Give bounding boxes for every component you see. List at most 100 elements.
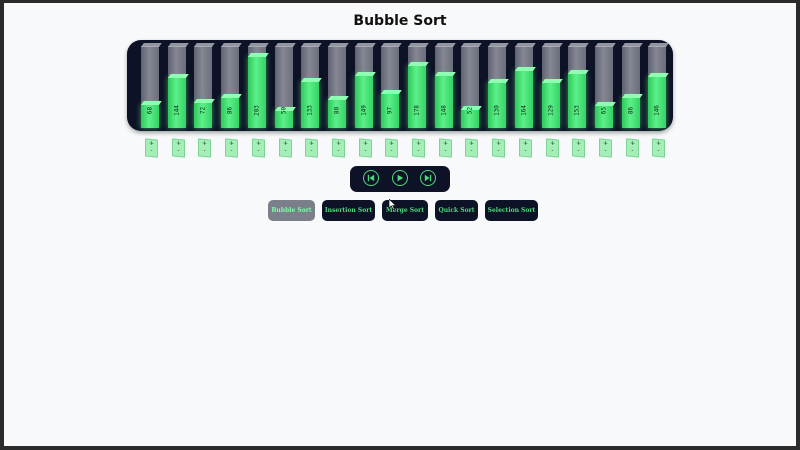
bar-value-label: 65 [600,106,608,115]
step-card-minus: - [551,146,554,155]
bar-value-label: 146 [653,105,661,116]
step-card[interactable]: + - [145,138,158,158]
prev-button[interactable] [363,170,379,186]
step-card[interactable]: + - [599,138,612,158]
step-card[interactable]: + - [279,138,292,158]
bar-top [595,43,616,47]
step-card[interactable]: + - [626,138,639,158]
step-card-minus: - [364,146,367,155]
bar-value-label: 164 [520,105,528,116]
bar-top [248,43,269,47]
bar-top [355,43,376,47]
step-card-minus: - [284,146,287,155]
bar-top [435,43,456,47]
step-card-minus: - [417,146,420,155]
array-bar: 72 [194,43,215,128]
bar-value-label: 86 [627,106,635,115]
array-bar: 97 [381,43,402,128]
bar-top [488,43,509,47]
bar-value-label: 133 [306,105,314,116]
step-card[interactable]: + - [225,138,238,158]
step-card[interactable]: + - [172,138,185,158]
step-card-minus: - [577,146,580,155]
bar-top [275,43,296,47]
step-card[interactable]: + - [305,138,318,158]
step-card-minus: - [497,146,500,155]
step-card-minus: - [337,146,340,155]
bar-value-label: 148 [440,105,448,116]
array-bar: 52 [461,43,482,128]
array-bar: 86 [622,43,643,128]
step-card[interactable]: + - [439,138,452,158]
skip-forward-icon [424,174,432,182]
step-card-minus: - [177,146,180,155]
array-bar: 130 [488,43,509,128]
step-card[interactable]: + - [519,138,532,158]
bar-value-label: 52 [466,106,474,115]
array-bar: 68 [141,43,162,128]
step-card[interactable]: + - [465,138,478,158]
bar-value-label: 68 [146,106,154,115]
step-card[interactable]: + - [492,138,505,158]
algorithm-selector: Bubble Sort Insertion Sort Merge Sort Qu… [4,200,796,222]
bar-top [542,43,563,47]
step-card[interactable]: + - [385,138,398,158]
skip-back-icon [367,174,375,182]
step-card[interactable]: + - [546,138,559,158]
step-card-minus: - [390,146,393,155]
step-card[interactable]: + - [198,138,211,158]
step-card-minus: - [310,146,313,155]
array-bar: 133 [301,43,322,128]
bar-top [194,43,215,47]
step-card-minus: - [470,146,473,155]
bar-value-label: 86 [226,106,234,115]
next-button[interactable] [420,170,436,186]
step-card[interactable]: + - [332,138,345,158]
page-title: Bubble Sort [353,13,447,29]
bar-top [648,43,669,47]
bubble-sort-button[interactable]: Bubble Sort [268,200,315,221]
step-card[interactable]: + - [412,138,425,158]
play-button[interactable] [392,170,408,186]
bar-value-label: 50 [280,106,288,115]
page: Bubble Sort 68 144 72 86 203 50 133 80 149 97 178 1… [4,3,796,446]
bar-value-label: 203 [253,105,261,116]
step-card-minus: - [444,146,447,155]
bar-top [568,43,589,47]
step-card[interactable]: + - [652,138,665,158]
array-bar: 178 [408,43,429,128]
array-bar: 164 [515,43,536,128]
step-card[interactable]: + - [252,138,265,158]
insertion-sort-button[interactable]: Insertion Sort [322,200,375,221]
bar-fill [568,73,586,128]
bar-top [328,43,349,47]
bar-value-label: 153 [573,105,581,116]
step-card[interactable]: + - [359,138,372,158]
selection-sort-button[interactable]: Selection Sort [485,200,538,221]
bar-value-label: 129 [547,105,555,116]
play-icon [397,174,404,182]
step-card-minus: - [257,146,260,155]
array-bar: 149 [355,43,376,128]
bar-value-label: 178 [413,105,421,116]
step-card-minus: - [631,146,634,155]
array-bar: 86 [221,43,242,128]
array-bar: 148 [435,43,456,128]
bar-value-label: 130 [493,105,501,116]
bar-value-label: 149 [360,105,368,116]
step-card[interactable]: + - [572,138,585,158]
bar-top [168,43,189,47]
bar-value-label: 80 [333,106,341,115]
bar-value-label: 97 [386,106,394,115]
array-bar: 129 [542,43,563,128]
array-bar: 153 [568,43,589,128]
bar-top [622,43,643,47]
step-card-minus: - [524,146,527,155]
bar-top [408,43,429,47]
quick-sort-button[interactable]: Quick Sort [435,200,478,221]
array-bar: 146 [648,43,669,128]
array-bar: 144 [168,43,189,128]
bar-top [221,43,242,47]
array-bar: 203 [248,43,269,128]
array-bar: 50 [275,43,296,128]
